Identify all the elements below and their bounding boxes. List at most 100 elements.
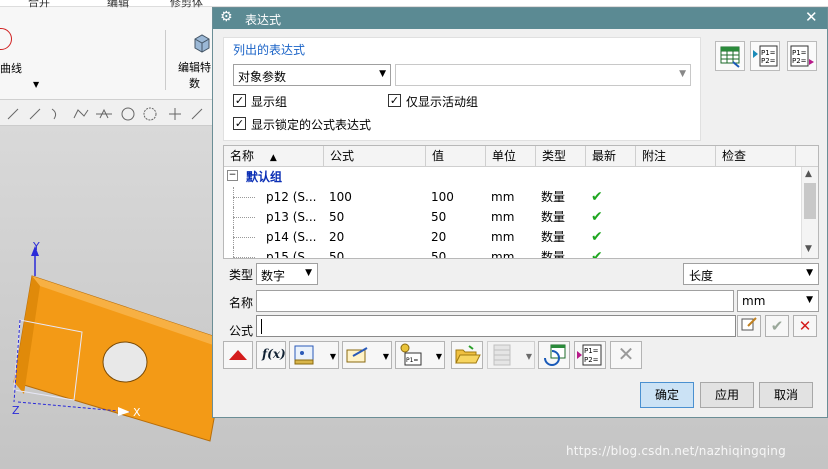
- column-header-unit[interactable]: 单位: [486, 146, 536, 167]
- dimensionality-select[interactable]: 长度 ▼: [683, 263, 819, 285]
- spreadsheet-button[interactable]: ▼: [487, 341, 535, 369]
- tree-branch: [233, 257, 255, 258]
- bg-menu-item[interactable]: 编辑: [107, 0, 129, 10]
- unit-select-value: mm: [742, 294, 766, 308]
- chevron-down-icon[interactable]: ▼: [526, 352, 532, 361]
- type-select-value: 数字: [261, 269, 286, 283]
- checkbox-checked-icon[interactable]: ✓: [233, 94, 246, 107]
- refresh-icon: [544, 344, 566, 366]
- chevron-down-icon[interactable]: ▼: [330, 352, 336, 361]
- insert-function-button[interactable]: f(x): [256, 341, 286, 369]
- reference-parameter-button[interactable]: P1= ▼: [395, 341, 445, 369]
- show-locked-formulas-label: 显示锁定的公式表达式: [251, 118, 372, 132]
- edit-feature-label-line1: 编辑特: [178, 61, 211, 74]
- cancel-button[interactable]: 取消: [759, 382, 813, 408]
- measure-icon: [294, 345, 314, 365]
- expressions-dialog: ⚙ 表达式 ✕ 列出的表达式 对象参数 ▼ ▼ ✓ 显示组 ✓ 仅显示活动组 ✓…: [212, 7, 828, 418]
- tree-branch: [233, 197, 255, 198]
- checkbox-checked-icon[interactable]: ✓: [388, 94, 401, 107]
- p2-label: P2=: [584, 356, 599, 364]
- unit-select[interactable]: mm ▼: [737, 290, 819, 312]
- background-sketch-toolbar: [0, 100, 212, 126]
- edit-feature-label-line2: 数: [189, 77, 200, 90]
- p2-label: P2=: [792, 57, 807, 65]
- row-name: p15 (S...: [266, 250, 317, 259]
- checkmark-icon: ✔: [591, 189, 603, 205]
- folder-icon: [455, 345, 481, 364]
- table-scrollbar[interactable]: ▲ ▼: [801, 167, 818, 258]
- formula-label: 公式: [229, 324, 254, 338]
- watermark: https://blog.csdn.net/nazhiqingqing: [566, 444, 786, 458]
- close-icon[interactable]: ✕: [805, 8, 818, 26]
- column-header-formula[interactable]: 公式: [324, 146, 426, 167]
- table-group-row[interactable]: − 默认组: [224, 167, 800, 187]
- export-expressions-icon[interactable]: P1= P2=: [787, 41, 817, 71]
- chevron-down-icon: ▼: [305, 268, 312, 278]
- reject-edit-button[interactable]: ✕: [793, 315, 817, 337]
- chevron-up-icon[interactable]: ▲: [805, 169, 812, 179]
- part-model-graphic[interactable]: [0, 126, 240, 469]
- expressions-table[interactable]: 名称 ▲ 公式 值 单位 类型 最新 附注 检查 − 默认组 p12 (S...…: [223, 145, 819, 259]
- row-unit: mm: [491, 210, 515, 224]
- edit-formula-icon: [741, 317, 757, 331]
- checkmark-icon: ✔: [770, 317, 784, 335]
- object-filter-value: 对象参数: [238, 70, 287, 84]
- open-file-button[interactable]: [451, 341, 483, 369]
- curve-icon[interactable]: [0, 28, 12, 50]
- sort-ascending-icon[interactable]: ▲: [270, 153, 277, 163]
- edit-formula-button[interactable]: [737, 315, 761, 337]
- secondary-filter-select[interactable]: ▼: [395, 64, 691, 86]
- delete-expression-button[interactable]: ✕: [610, 341, 642, 369]
- import-expressions-icon[interactable]: P1= P2=: [750, 41, 780, 71]
- sketch-tools-icon[interactable]: [0, 100, 212, 126]
- row-value: 100: [431, 190, 454, 204]
- row-value: 50: [431, 210, 447, 224]
- accept-edit-button[interactable]: ✔: [765, 315, 789, 337]
- dialog-titlebar[interactable]: ⚙ 表达式 ✕: [213, 8, 827, 29]
- column-header-value[interactable]: 值: [426, 146, 486, 167]
- formula-input[interactable]: [256, 315, 736, 337]
- apply-button[interactable]: 应用: [700, 382, 754, 408]
- chevron-down-icon[interactable]: ▼: [805, 244, 812, 254]
- edit-feature-label: 编辑特 数: [178, 60, 211, 92]
- scrollbar-thumb[interactable]: [804, 183, 816, 219]
- type-select[interactable]: 数字 ▼: [256, 263, 318, 285]
- cube-icon[interactable]: [192, 33, 212, 55]
- column-header-name[interactable]: 名称 ▲: [224, 146, 324, 167]
- table-row[interactable]: p12 (S... 100 100 mm 数量 ✔: [224, 187, 800, 207]
- refresh-from-spreadsheet-button[interactable]: [538, 341, 570, 369]
- row-name: p12 (S...: [266, 190, 317, 204]
- column-header-check[interactable]: 检查: [716, 146, 796, 167]
- column-header-type[interactable]: 类型: [536, 146, 586, 167]
- chevron-down-icon[interactable]: ▼: [383, 352, 389, 361]
- chevron-down-icon[interactable]: ▼: [436, 352, 442, 361]
- delete-button[interactable]: [223, 341, 253, 369]
- column-header-latest[interactable]: 最新: [586, 146, 636, 167]
- column-header-note[interactable]: 附注: [636, 146, 716, 167]
- close-icon: ✕: [798, 317, 812, 335]
- spreadsheet-edit-icon[interactable]: [715, 41, 745, 71]
- row-unit: mm: [491, 230, 515, 244]
- table-row[interactable]: p14 (S... 20 20 mm 数量 ✔: [224, 227, 800, 247]
- checkbox-checked-icon[interactable]: ✓: [233, 117, 246, 130]
- tree-branch: [233, 217, 255, 218]
- table-row[interactable]: p13 (S... 50 50 mm 数量 ✔: [224, 207, 800, 227]
- close-icon: ✕: [617, 342, 635, 366]
- table-header: 名称 ▲ 公式 值 单位 类型 最新 附注 检查: [224, 146, 818, 167]
- table-row[interactable]: p15 (S... 50 50 mm 数量 ✔: [224, 247, 800, 259]
- insert-measurement-button[interactable]: ▼: [289, 341, 339, 369]
- name-input[interactable]: [256, 290, 734, 312]
- object-filter-select[interactable]: 对象参数 ▼: [233, 64, 391, 86]
- bg-menu-item[interactable]: 修剪体: [170, 0, 203, 10]
- active-group-only-label: 仅显示活动组: [406, 95, 479, 109]
- chevron-down-icon[interactable]: ▼: [33, 80, 39, 89]
- row-type: 数量: [541, 230, 566, 244]
- bg-menu-item[interactable]: 合并: [28, 0, 50, 10]
- spreadsheet-icon: [493, 344, 511, 366]
- checkmark-icon: ✔: [591, 229, 603, 245]
- collapse-toggle-icon[interactable]: −: [227, 170, 238, 181]
- ok-button[interactable]: 确定: [640, 382, 694, 408]
- edit-multiple-expressions-button[interactable]: P1= P2=: [574, 341, 606, 369]
- insert-operator-button[interactable]: ▼: [342, 341, 392, 369]
- tree-branch: [233, 237, 255, 238]
